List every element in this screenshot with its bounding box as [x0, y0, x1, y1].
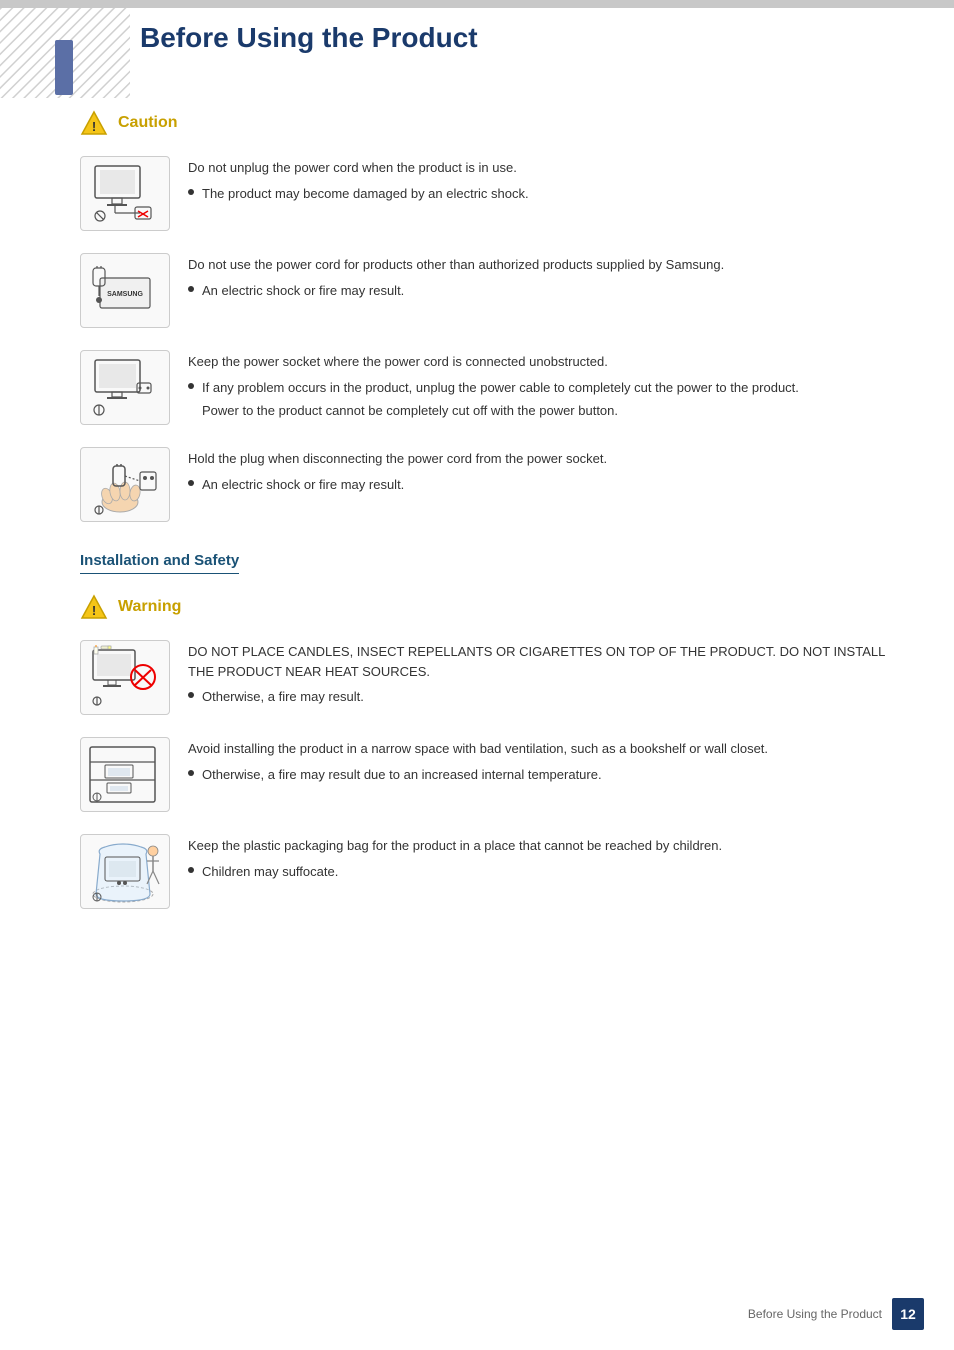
warning-label: Warning [118, 598, 181, 616]
warning-illustration-3 [80, 834, 170, 909]
warning-triangle-icon: ! [80, 594, 108, 620]
bullet-dot [188, 189, 194, 195]
warning-header: ! Warning [80, 594, 904, 620]
svg-text:!: ! [92, 119, 96, 134]
footer-text: Before Using the Product [748, 1307, 882, 1321]
installation-safety-title: Installation and Safety [80, 552, 239, 574]
caution-text-1: Do not unplug the power cord when the pr… [188, 156, 904, 207]
caution-text-2: Do not use the power cord for products o… [188, 253, 904, 304]
bullet-dot [188, 480, 194, 486]
warning-text-3: Keep the plastic packaging bag for the p… [188, 834, 904, 885]
page-number: 12 [892, 1298, 924, 1330]
caution-item-1: Do not unplug the power cord when the pr… [80, 156, 904, 231]
caution-item-3: Keep the power socket where the power co… [80, 350, 904, 425]
caution-illustration-4 [80, 447, 170, 522]
caution-label: Caution [118, 114, 178, 132]
top-strip [0, 0, 954, 8]
warning-text-2: Avoid installing the product in a narrow… [188, 737, 904, 788]
bullet-dot [188, 383, 194, 389]
warning-section: ! Warning [80, 594, 904, 909]
caution-header: ! Caution [80, 110, 904, 136]
bullet-4-1: An electric shock or fire may result. [188, 475, 904, 495]
main-content: ! Caution [80, 110, 904, 931]
installation-safety-divider: Installation and Safety [80, 552, 904, 574]
bullet-dot [188, 867, 194, 873]
bullet-2-1: An electric shock or fire may result. [188, 281, 904, 301]
warning-text-1: DO NOT PLACE CANDLES, INSECT REPELLANTS … [188, 640, 904, 711]
caution-text-4: Hold the plug when disconnecting the pow… [188, 447, 904, 498]
warning-item-2: Avoid installing the product in a narrow… [80, 737, 904, 812]
caution-illustration-3 [80, 350, 170, 425]
sub-text-3: Power to the product cannot be completel… [202, 401, 904, 421]
caution-text-3: Keep the power socket where the power co… [188, 350, 904, 421]
bullet-1-1: The product may become damaged by an ele… [188, 184, 904, 204]
warning-illustration-1 [80, 640, 170, 715]
warn-bullet-2-1: Otherwise, a fire may result due to an i… [188, 765, 904, 785]
warning-illustration-2 [80, 737, 170, 812]
caution-triangle-icon: ! [80, 110, 108, 136]
bullet-dot [188, 692, 194, 698]
caution-illustration-1 [80, 156, 170, 231]
page-title: Before Using the Product [140, 22, 478, 54]
warning-item-3: Keep the plastic packaging bag for the p… [80, 834, 904, 909]
blue-accent-bar [55, 40, 73, 95]
warning-item-1: DO NOT PLACE CANDLES, INSECT REPELLANTS … [80, 640, 904, 715]
svg-text:SAMSUNG: SAMSUNG [107, 291, 143, 298]
warn-bullet-1-1: Otherwise, a fire may result. [188, 687, 904, 707]
caution-item-2: SAMSUNG Do not use the power cord for pr… [80, 253, 904, 328]
footer: Before Using the Product 12 [0, 1298, 954, 1330]
bullet-3-1: If any problem occurs in the product, un… [188, 378, 904, 398]
svg-text:!: ! [92, 603, 96, 618]
caution-illustration-2: SAMSUNG [80, 253, 170, 328]
bullet-dot [188, 286, 194, 292]
warn-bullet-3-1: Children may suffocate. [188, 862, 904, 882]
bullet-dot [188, 770, 194, 776]
caution-item-4: Hold the plug when disconnecting the pow… [80, 447, 904, 522]
